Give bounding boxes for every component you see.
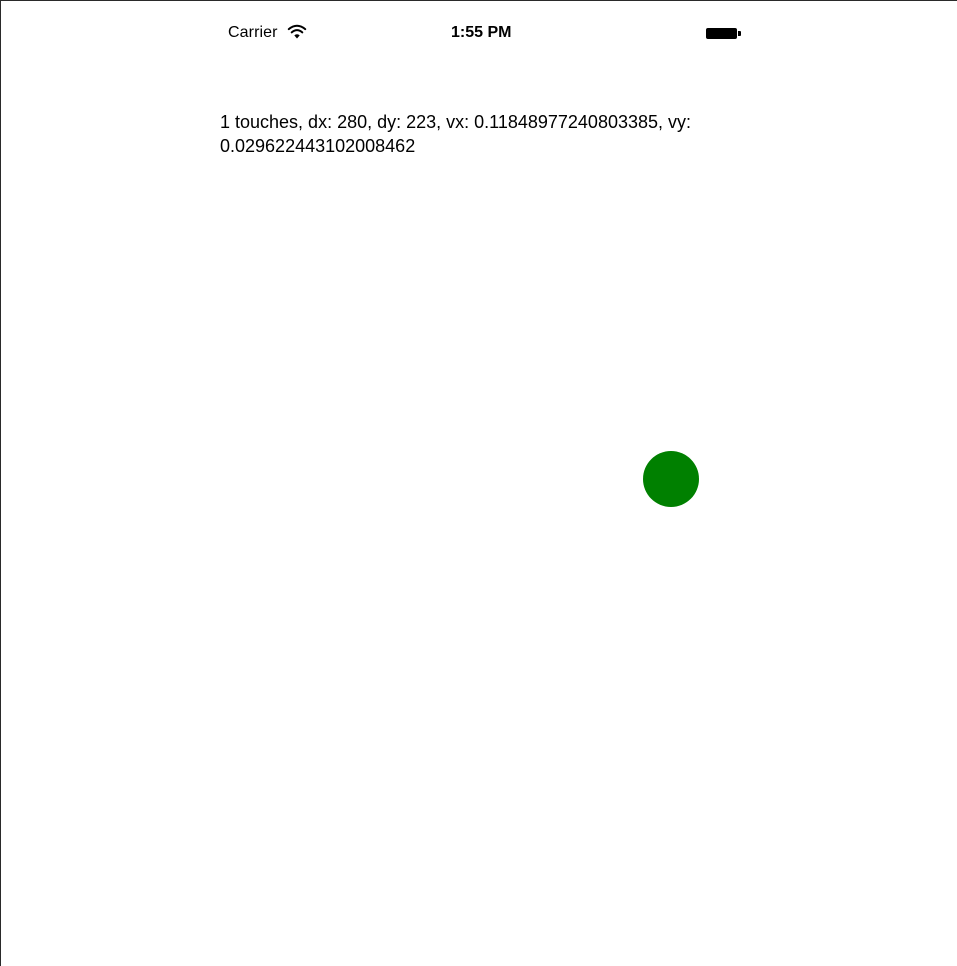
touch-readout: 1 touches, dx: 280, dy: 223, vx: 0.11848… (220, 112, 692, 156)
status-bar: Carrier 1:55 PM (1, 1, 957, 63)
battery-icon (706, 28, 742, 39)
app-screen: Carrier 1:55 PM 1 touches, dx: 280, dy: … (0, 0, 957, 966)
touch-marker[interactable] (643, 451, 699, 507)
carrier-label: Carrier (228, 24, 278, 41)
clock-time: 1:55 PM (451, 24, 512, 41)
wifi-icon (287, 24, 307, 40)
